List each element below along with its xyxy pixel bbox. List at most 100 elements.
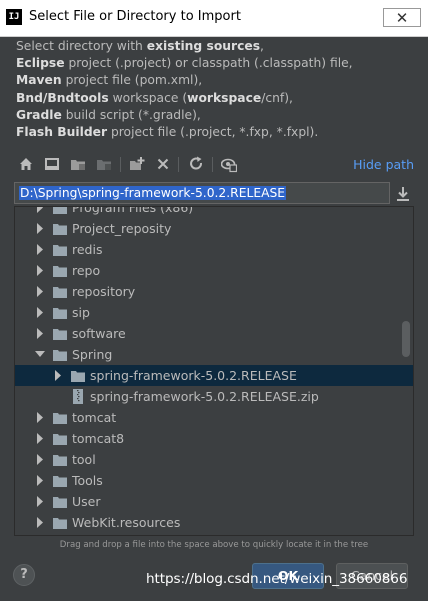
folder-icon <box>53 518 67 529</box>
folder-icon <box>53 455 67 466</box>
tree-folder-row[interactable]: tool <box>15 449 413 470</box>
folder-icon <box>53 207 67 214</box>
description-line: Eclipse project (.project) or classpath … <box>16 55 416 72</box>
path-selected-text: D:\Spring\spring-framework-5.0.2.RELEASE <box>19 186 287 200</box>
toolbar-separator <box>120 157 121 172</box>
folder-icon <box>71 371 85 382</box>
module-folder-icon[interactable] <box>96 155 112 173</box>
delete-icon[interactable] <box>155 155 171 173</box>
collapsed-arrow-icon[interactable] <box>35 475 45 486</box>
tree-folder-row[interactable]: repo <box>15 260 413 281</box>
collapsed-arrow-icon[interactable] <box>35 517 45 528</box>
folder-icon <box>53 434 67 445</box>
description-text: build script (*.gradle), <box>61 107 201 122</box>
tree-folder-row[interactable]: Project_reposity <box>15 218 413 239</box>
collapsed-arrow-icon[interactable] <box>35 454 45 465</box>
description-text: workspace ( <box>108 90 188 105</box>
tree-item-label: repository <box>72 284 136 299</box>
tree-item-label: repo <box>72 263 101 278</box>
refresh-icon[interactable] <box>188 155 204 173</box>
hide-path-link[interactable]: Hide path <box>353 157 414 172</box>
help-button[interactable]: ? <box>13 564 35 586</box>
collapsed-arrow-icon[interactable] <box>35 412 45 423</box>
description-text: Select directory with <box>16 39 147 53</box>
desktop-icon[interactable] <box>44 155 60 173</box>
watermark: https://blog.csdn.net/weixin_38660866 <box>146 571 408 587</box>
home-icon[interactable] <box>18 155 34 173</box>
description-keyword: existing sources <box>146 39 261 53</box>
toolbar-separator <box>212 157 213 172</box>
collapsed-arrow-icon[interactable] <box>35 265 45 276</box>
folder-icon <box>53 413 67 424</box>
tree-folder-row[interactable]: tomcat8 <box>15 428 413 449</box>
description-text: project (.project) or classpath (.classp… <box>64 56 353 71</box>
description-line: Flash Builder project file (.project, *.… <box>16 124 416 141</box>
project-folder-icon[interactable] <box>70 155 86 173</box>
tree-item-label: software <box>72 326 126 341</box>
show-hidden-icon[interactable] <box>221 155 237 173</box>
tree-scrollbar[interactable] <box>402 321 410 357</box>
tree-item-label: tomcat8 <box>72 431 125 446</box>
description-line: Maven project file (pom.xml), <box>16 72 416 89</box>
collapsed-arrow-icon[interactable] <box>35 328 45 339</box>
tree-item-label: spring-framework-5.0.2.RELEASE <box>90 368 297 383</box>
tree-folder-row[interactable]: WebKit.resources <box>15 512 413 533</box>
collapsed-arrow-icon[interactable] <box>35 286 45 297</box>
collapsed-arrow-icon[interactable] <box>35 433 45 444</box>
tree-folder-row[interactable]: sip <box>15 302 413 323</box>
tree-item-label: tomcat <box>72 410 117 425</box>
expanded-arrow-icon[interactable] <box>35 349 45 360</box>
description-text: /cnf), <box>261 90 293 105</box>
tree-folder-row[interactable]: tomcat <box>15 407 413 428</box>
tree-folder-row[interactable]: Tools <box>15 470 413 491</box>
folder-icon <box>53 266 67 277</box>
description-keyword: workspace <box>187 90 262 105</box>
title-bar: IJ Select File or Directory to Import ✕ <box>0 0 428 37</box>
tree-folder-row[interactable]: Spring <box>15 344 413 365</box>
download-icon[interactable] <box>396 186 410 202</box>
folder-icon <box>53 245 67 256</box>
tree-folder-row[interactable]: spring-framework-5.0.2.RELEASE <box>15 365 413 386</box>
toolbar-separator <box>178 157 179 172</box>
collapsed-arrow-icon[interactable] <box>35 244 45 255</box>
close-button[interactable]: ✕ <box>383 8 421 27</box>
collapsed-arrow-icon[interactable] <box>35 307 45 318</box>
collapsed-arrow-icon[interactable] <box>35 496 45 507</box>
description-text: project file (.project, *.fxp, *.fxpl). <box>107 125 319 140</box>
description-line: Gradle build script (*.gradle), <box>16 107 416 124</box>
description-text: project file (pom.xml), <box>61 73 203 88</box>
file-tree-rows: Program Files (x86) Project_reposity redis… <box>15 206 413 533</box>
new-folder-icon[interactable] <box>129 155 145 173</box>
tree-item-label: spring-framework-5.0.2.RELEASE.zip <box>90 389 319 404</box>
tree-folder-row[interactable]: repository <box>15 281 413 302</box>
intellij-app-icon: IJ <box>6 9 22 25</box>
tree-item-label: tool <box>72 452 96 467</box>
tree-file-row[interactable]: spring-framework-5.0.2.RELEASE.zip <box>15 386 413 407</box>
drag-drop-hint: Drag and drop a file into the space abov… <box>59 540 369 550</box>
import-description: Select directory with existing sources, E… <box>16 38 416 141</box>
tree-folder-row[interactable]: User <box>15 491 413 512</box>
folder-icon <box>53 308 67 319</box>
description-keyword: Flash Builder <box>16 125 108 140</box>
description-line: Bnd/Bndtools workspace (workspace/cnf), <box>16 90 416 107</box>
description-text: , <box>260 39 264 53</box>
tree-item-label: Spring <box>72 347 113 362</box>
tree-item-label: Tools <box>72 473 103 488</box>
tree-folder-row[interactable]: software <box>15 323 413 344</box>
tree-item-label: sip <box>72 305 90 320</box>
folder-icon <box>53 476 67 487</box>
file-tree[interactable]: Program Files (x86) Project_reposity redis… <box>14 206 414 536</box>
folder-icon <box>53 350 67 361</box>
collapsed-arrow-icon[interactable] <box>35 206 45 213</box>
tree-item-label: User <box>72 494 101 509</box>
folder-icon <box>53 329 67 340</box>
archive-file-icon <box>73 389 83 404</box>
path-input[interactable]: D:\Spring\spring-framework-5.0.2.RELEASE <box>14 182 390 204</box>
tree-folder-row[interactable]: redis <box>15 239 413 260</box>
collapsed-arrow-icon[interactable] <box>53 370 63 381</box>
tree-folder-row[interactable]: Program Files (x86) <box>15 206 413 218</box>
description-keyword: Eclipse <box>16 56 65 71</box>
folder-icon <box>53 287 67 298</box>
description-keyword: Gradle <box>16 107 62 122</box>
collapsed-arrow-icon[interactable] <box>35 223 45 234</box>
